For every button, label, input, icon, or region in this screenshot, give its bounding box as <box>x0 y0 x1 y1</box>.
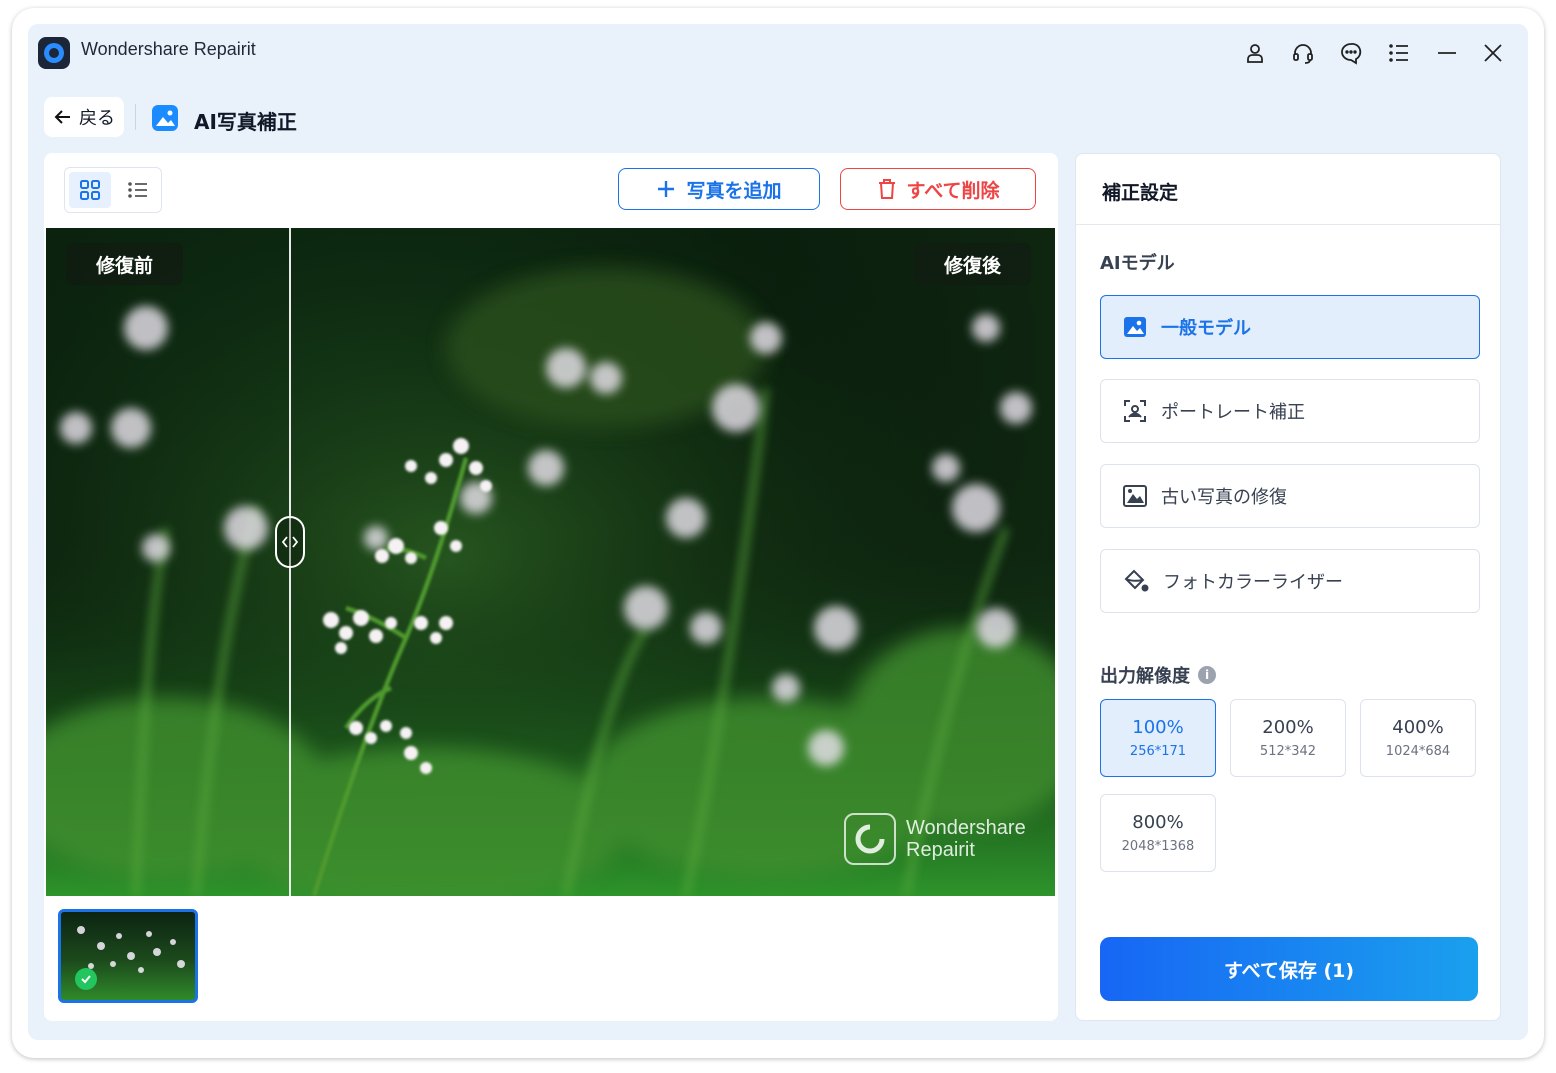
resolution-option-400[interactable]: 400% 1024*684 <box>1360 699 1476 777</box>
plus-icon <box>658 181 675 197</box>
settings-panel: 補正設定 AIモデル 一般モデル ポートレート補正 古い写真の修復 フォトカラー… <box>1075 153 1501 1021</box>
settings-divider <box>1076 224 1500 225</box>
list-view-button[interactable] <box>117 172 159 208</box>
resolution-size: 512*342 <box>1259 744 1317 759</box>
output-resolution-text: 出力解像度 <box>1100 666 1190 687</box>
resolution-size: 1024*684 <box>1385 744 1451 759</box>
resolution-option-200[interactable]: 200% 512*342 <box>1230 699 1346 777</box>
model-option-portrait[interactable]: ポートレート補正 <box>1100 379 1480 443</box>
back-button[interactable]: 戻る <box>44 97 124 137</box>
grid-view-button[interactable] <box>69 172 111 208</box>
list-icon <box>128 182 147 198</box>
close-icon[interactable] <box>1476 36 1510 70</box>
resolution-percent: 800% <box>1132 812 1184 833</box>
resolution-size: 256*171 <box>1129 744 1187 759</box>
compare-slider-handle[interactable] <box>275 516 305 568</box>
resolution-option-100[interactable]: 100% 256*171 <box>1100 699 1216 777</box>
workspace-panel: 写真を追加 すべて削除 修復前 修復後 Wondershare Repairit <box>44 153 1058 1021</box>
portrait-scan-icon <box>1124 400 1146 422</box>
model-option-label: 古い写真の修復 <box>1161 487 1287 508</box>
resolution-percent: 400% <box>1392 717 1444 738</box>
watermark-text: Wondershare Repairit <box>906 817 1026 861</box>
add-photo-button[interactable]: 写真を追加 <box>618 168 820 210</box>
delete-all-button[interactable]: すべて削除 <box>840 168 1036 210</box>
watermark-logo-icon <box>844 813 896 865</box>
add-photo-label: 写真を追加 <box>686 179 782 202</box>
back-label: 戻る <box>79 108 115 129</box>
support-headset-icon[interactable] <box>1286 36 1320 70</box>
check-icon <box>75 968 97 990</box>
page-title: AI写真補正 <box>194 110 297 134</box>
resolution-size: 2048*1368 <box>1121 839 1195 854</box>
delete-all-label: すべて削除 <box>906 179 1000 202</box>
app-logo-icon <box>38 37 70 69</box>
photo-thumbnail[interactable] <box>58 909 198 1003</box>
resolution-percent: 100% <box>1132 717 1184 738</box>
model-option-label: 一般モデル <box>1161 318 1251 339</box>
nav-divider <box>135 104 136 130</box>
info-icon[interactable]: i <box>1198 666 1216 684</box>
old-photo-icon <box>1123 485 1147 507</box>
paint-bucket-icon <box>1124 569 1149 592</box>
arrow-left-icon <box>54 110 70 124</box>
model-option-label: フォトカラーライザー <box>1163 572 1343 593</box>
title-bar: Wondershare Repairit <box>28 24 1528 82</box>
minimize-icon[interactable] <box>1430 36 1464 70</box>
feedback-chat-icon[interactable] <box>1334 36 1368 70</box>
model-option-colorizer[interactable]: フォトカラーライザー <box>1100 549 1480 613</box>
account-icon[interactable] <box>1238 36 1272 70</box>
settings-title: 補正設定 <box>1102 182 1179 204</box>
after-badge: 修復後 <box>913 243 1031 285</box>
photo-preview[interactable]: 修復前 修復後 Wondershare Repairit <box>46 228 1055 896</box>
watermark-line-1: Wondershare <box>906 817 1026 839</box>
ai-model-label: AIモデル <box>1100 253 1175 274</box>
photo-enhance-icon <box>152 105 178 131</box>
flower-photo <box>46 228 1055 896</box>
watermark-line-2: Repairit <box>906 839 975 861</box>
model-option-old-photo[interactable]: 古い写真の修復 <box>1100 464 1480 528</box>
model-option-label: ポートレート補正 <box>1161 402 1305 423</box>
view-toggle <box>64 167 162 213</box>
model-option-general[interactable]: 一般モデル <box>1100 295 1480 359</box>
grid-icon <box>80 180 100 200</box>
app-title: Wondershare Repairit <box>81 39 256 59</box>
menu-list-icon[interactable] <box>1382 36 1416 70</box>
image-icon <box>1124 317 1146 337</box>
resolution-option-800[interactable]: 800% 2048*1368 <box>1100 794 1216 872</box>
trash-icon <box>878 179 895 199</box>
before-badge: 修復前 <box>66 243 184 285</box>
app-window: Wondershare Repairit 戻る AI写真補正 写真を追加 すべて… <box>28 24 1528 1040</box>
chevron-left-right-icon <box>281 536 299 548</box>
save-all-button[interactable]: すべて保存 (1) <box>1100 937 1478 1001</box>
watermark: Wondershare Repairit <box>844 811 1044 867</box>
resolution-percent: 200% <box>1262 717 1314 738</box>
output-resolution-label: 出力解像度 i <box>1100 662 1216 688</box>
